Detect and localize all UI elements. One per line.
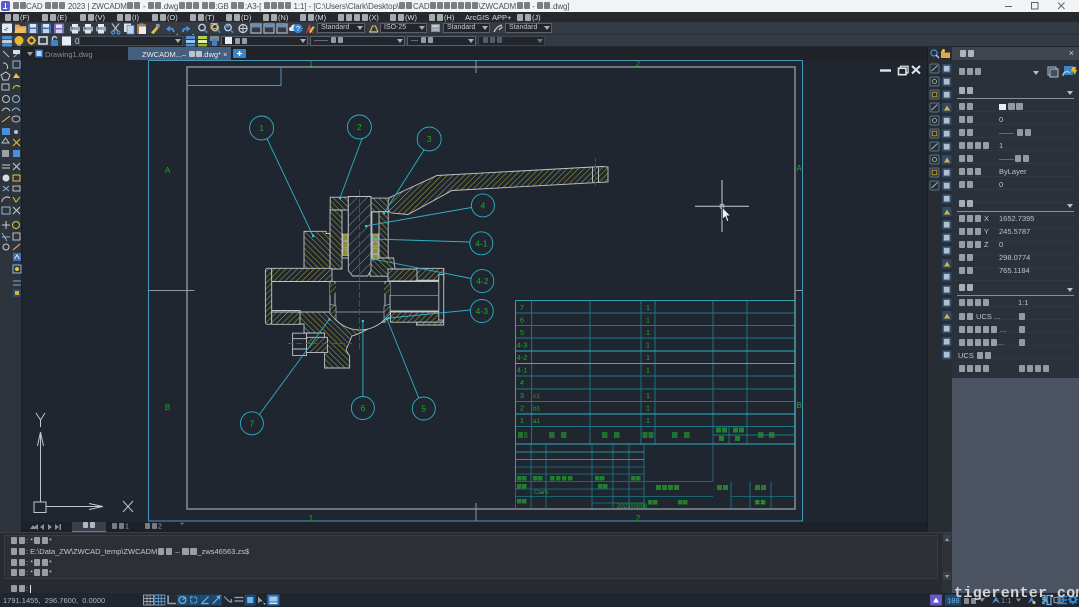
svg-text:4-2: 4-2 xyxy=(517,353,528,362)
svg-text:B: B xyxy=(165,403,170,412)
svg-text:7: 7 xyxy=(250,418,255,428)
svg-text:4-3: 4-3 xyxy=(517,341,528,350)
svg-text:1: 1 xyxy=(646,303,650,312)
svg-text:4: 4 xyxy=(520,378,524,387)
svg-text:Clark: Clark xyxy=(534,490,549,496)
svg-text:1:1: 1:1 xyxy=(756,500,765,506)
svg-text:2: 2 xyxy=(636,514,641,522)
svg-text:5: 5 xyxy=(520,328,524,337)
svg-text:2: 2 xyxy=(636,60,641,69)
svg-text:4-1: 4-1 xyxy=(475,238,488,248)
svg-text:4-1: 4-1 xyxy=(517,366,528,375)
svg-text:1: 1 xyxy=(646,341,650,350)
svg-text:3: 3 xyxy=(427,134,432,144)
svg-text:1: 1 xyxy=(646,366,650,375)
svg-text:1: 1 xyxy=(646,391,650,400)
svg-text:4: 4 xyxy=(481,200,486,210)
svg-text:5: 5 xyxy=(421,404,426,414)
svg-text:3: 3 xyxy=(520,391,524,400)
svg-text:1: 1 xyxy=(309,60,314,69)
svg-text:7: 7 xyxy=(520,303,524,312)
svg-text:1: 1 xyxy=(646,404,650,413)
svg-text:1: 1 xyxy=(646,353,650,362)
svg-text:b1: b1 xyxy=(533,406,541,413)
svg-text:A: A xyxy=(796,164,802,173)
svg-text:c1: c1 xyxy=(533,393,540,400)
svg-text:2: 2 xyxy=(520,404,524,413)
svg-text:4-3: 4-3 xyxy=(476,306,489,316)
svg-text:2023/09/08: 2023/09/08 xyxy=(617,504,648,510)
svg-text:1: 1 xyxy=(259,123,264,133)
svg-text:1: 1 xyxy=(646,328,650,337)
svg-text:A: A xyxy=(165,166,171,175)
svg-text:6: 6 xyxy=(520,316,524,325)
svg-text:a1: a1 xyxy=(533,418,541,425)
svg-text:6: 6 xyxy=(361,403,366,413)
svg-text:4-2: 4-2 xyxy=(476,276,489,286)
svg-text:?: ? xyxy=(296,24,300,33)
svg-text:1: 1 xyxy=(646,416,650,425)
svg-text:1: 1 xyxy=(309,514,314,522)
svg-text:B: B xyxy=(796,401,801,410)
svg-text:1: 1 xyxy=(520,416,524,425)
svg-text:2: 2 xyxy=(357,122,362,132)
svg-text:1: 1 xyxy=(646,316,650,325)
